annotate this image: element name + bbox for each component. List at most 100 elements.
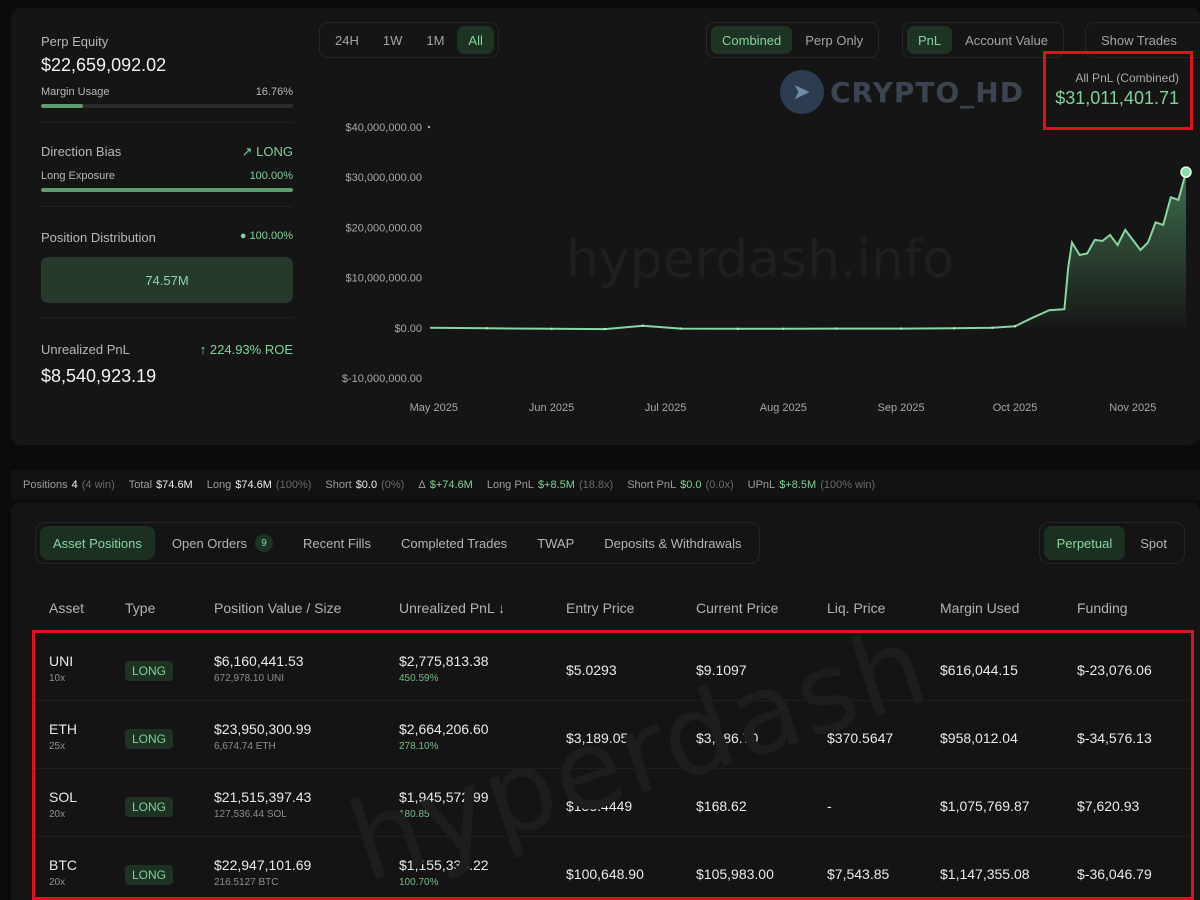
y-tick-label: $0.00 xyxy=(394,323,422,335)
tab-recent-fills[interactable]: Recent Fills xyxy=(290,526,384,560)
pnl-chart[interactable]: hyperdash.info $40,000,000.00 $30,000,000… xyxy=(320,100,1200,420)
trend-up-icon: ↗ xyxy=(241,144,253,159)
last-point-marker xyxy=(1180,166,1192,178)
show-trades-button[interactable]: Show Trades xyxy=(1090,26,1188,54)
summary-value: $+8.5M xyxy=(537,479,575,491)
liq-price: $7,543.85 xyxy=(827,866,890,882)
col-unrealized-pnl[interactable]: Unrealized PnL ↓ xyxy=(399,600,505,616)
upnl-value: $1,945,572.99 xyxy=(399,789,489,805)
upnl-roe-wrap: ↑ 224.93% ROE xyxy=(200,342,293,357)
tab-deposits-withdrawals[interactable]: Deposits & Withdrawals xyxy=(591,526,754,560)
tab-label: TWAP xyxy=(537,535,575,551)
upnl-percent: 450.59% xyxy=(399,673,439,684)
asset-symbol: BTC xyxy=(49,857,77,873)
asset-symbol: ETH xyxy=(49,721,77,737)
data-point xyxy=(953,327,956,330)
data-point xyxy=(603,327,606,331)
y-tick-dot xyxy=(427,125,431,129)
distribution-block: Position Distribution ● 100.00% 74.57M xyxy=(41,207,293,318)
margin-used: $1,147,355.08 xyxy=(940,866,1030,882)
summary-value: $0.0 xyxy=(355,479,378,491)
distribution-bar[interactable]: 74.57M xyxy=(41,257,293,303)
upnl-percent: 278.10% xyxy=(399,741,439,752)
liq-price: $370.5647 xyxy=(827,730,894,746)
entry-price: $100,648.90 xyxy=(566,866,644,882)
summary-item: Total $74.6M xyxy=(129,479,193,491)
tab-label: Deposits & Withdrawals xyxy=(604,535,742,551)
x-tick-label: Sep 2025 xyxy=(878,402,925,414)
funding-value: $-23,076.06 xyxy=(1077,662,1152,678)
col-current-price[interactable]: Current Price xyxy=(696,600,778,616)
equity-value: $22,659,092.02 xyxy=(41,55,167,75)
market-spot[interactable]: Spot xyxy=(1127,526,1180,560)
position-size: 127,536.44 SOL xyxy=(214,809,287,820)
position-value-cell: $21,515,397.43 127,536.44 SOL xyxy=(214,789,311,820)
position-size: 672,978.10 UNI xyxy=(214,673,285,684)
summary-extra: (4 win) xyxy=(81,479,115,491)
position-value-cell: $23,950,300.99 6,674.74 ETH xyxy=(214,721,311,752)
summary-label: Short xyxy=(325,479,352,491)
upnl-percent: 180.85% xyxy=(399,809,439,820)
col-position-value[interactable]: Position Value / Size xyxy=(214,600,341,616)
mode-combined[interactable]: Combined xyxy=(711,26,793,54)
summary-value: $74.6M xyxy=(235,479,272,491)
summary-label: Long PnL xyxy=(486,479,534,491)
range-24h[interactable]: 24H xyxy=(324,26,370,54)
metric-selector: PnL Account Value xyxy=(902,22,1065,58)
summary-label: Positions xyxy=(23,479,68,491)
col-entry-price[interactable]: Entry Price xyxy=(566,600,634,616)
chart-watermark: hyperdash.info xyxy=(566,230,954,290)
metric-pnl[interactable]: PnL xyxy=(907,26,953,54)
metric-account-value[interactable]: Account Value xyxy=(954,26,1059,54)
data-point xyxy=(782,327,785,331)
tab-completed-trades[interactable]: Completed Trades xyxy=(388,526,520,560)
x-tick-label: Oct 2025 xyxy=(993,402,1038,414)
summary-item: Long PnL $+8.5M (18.8x) xyxy=(487,479,613,491)
table-row[interactable]: BTC 20x LONG $22,947,101.69 216.5127 BTC $1,1… xyxy=(35,837,1191,900)
summary-value: $74.6M xyxy=(156,479,193,491)
position-value-cell: $22,947,101.69 216.5127 BTC xyxy=(214,857,311,888)
type-badge: LONG xyxy=(125,797,174,817)
entry-price: $153.4449 xyxy=(566,798,633,814)
position-value: $6,160,441.53 xyxy=(214,653,304,669)
distribution-row: Position Distribution ● 100.00% xyxy=(41,230,293,245)
tab-label: Recent Fills xyxy=(303,535,371,551)
col-type[interactable]: Type xyxy=(125,600,155,616)
upnl-value: $2,664,206.60 xyxy=(399,721,489,737)
margin-usage-fill xyxy=(41,104,84,108)
tab-label: Asset Positions xyxy=(53,535,142,551)
summary-label: Δ xyxy=(418,479,426,491)
tab-open-orders[interactable]: Open Orders 9 xyxy=(159,526,286,560)
summary-extra: (0.0x) xyxy=(705,479,734,491)
exposure-bar xyxy=(41,188,293,192)
x-tick-label: May 2025 xyxy=(410,402,458,414)
y-tick-label: $20,000,000.00 xyxy=(346,222,422,234)
data-point xyxy=(679,327,682,330)
positions-tabs: Asset Positions Open Orders 9 Recent Fil… xyxy=(35,522,760,564)
col-margin-used[interactable]: Margin Used xyxy=(940,600,1019,616)
tab-label: Completed Trades xyxy=(400,535,508,551)
range-1w[interactable]: 1W xyxy=(372,26,414,54)
y-tick-label: $-10,000,000.00 xyxy=(342,373,422,385)
market-perpetual[interactable]: Perpetual xyxy=(1043,526,1126,560)
x-tick-label: Jul 2025 xyxy=(645,402,687,414)
table-row[interactable]: ETH 25x LONG $23,950,300.99 6,674.74 ETH $2,6… xyxy=(35,701,1191,769)
tab-twap[interactable]: TWAP xyxy=(524,526,587,560)
col-asset[interactable]: Asset xyxy=(49,600,84,616)
upnl-cell: $1,155,330.22 100.70% xyxy=(399,857,489,888)
mode-perp-only[interactable]: Perp Only xyxy=(794,26,874,54)
summary-value: $0.0 xyxy=(680,479,702,491)
tab-asset-positions[interactable]: Asset Positions xyxy=(40,526,155,560)
summary-label: Long xyxy=(206,479,232,491)
range-all[interactable]: All xyxy=(457,26,494,54)
x-tick-label: Aug 2025 xyxy=(760,402,807,414)
type-badge: LONG xyxy=(125,661,174,681)
range-1m[interactable]: 1M xyxy=(415,26,455,54)
col-liq-price[interactable]: Liq. Price xyxy=(827,600,885,616)
margin-usage-bar xyxy=(41,104,293,108)
table-row[interactable]: UNI 10x LONG $6,160,441.53 672,978.10 UNI $2,… xyxy=(35,633,1191,701)
upnl-value: $8,540,923.19 xyxy=(41,366,157,386)
table-row[interactable]: SOL 20x LONG $21,515,397.43 127,536.44 SOL $1… xyxy=(35,769,1191,837)
col-funding[interactable]: Funding xyxy=(1077,600,1128,616)
type-cell: LONG xyxy=(125,797,174,817)
